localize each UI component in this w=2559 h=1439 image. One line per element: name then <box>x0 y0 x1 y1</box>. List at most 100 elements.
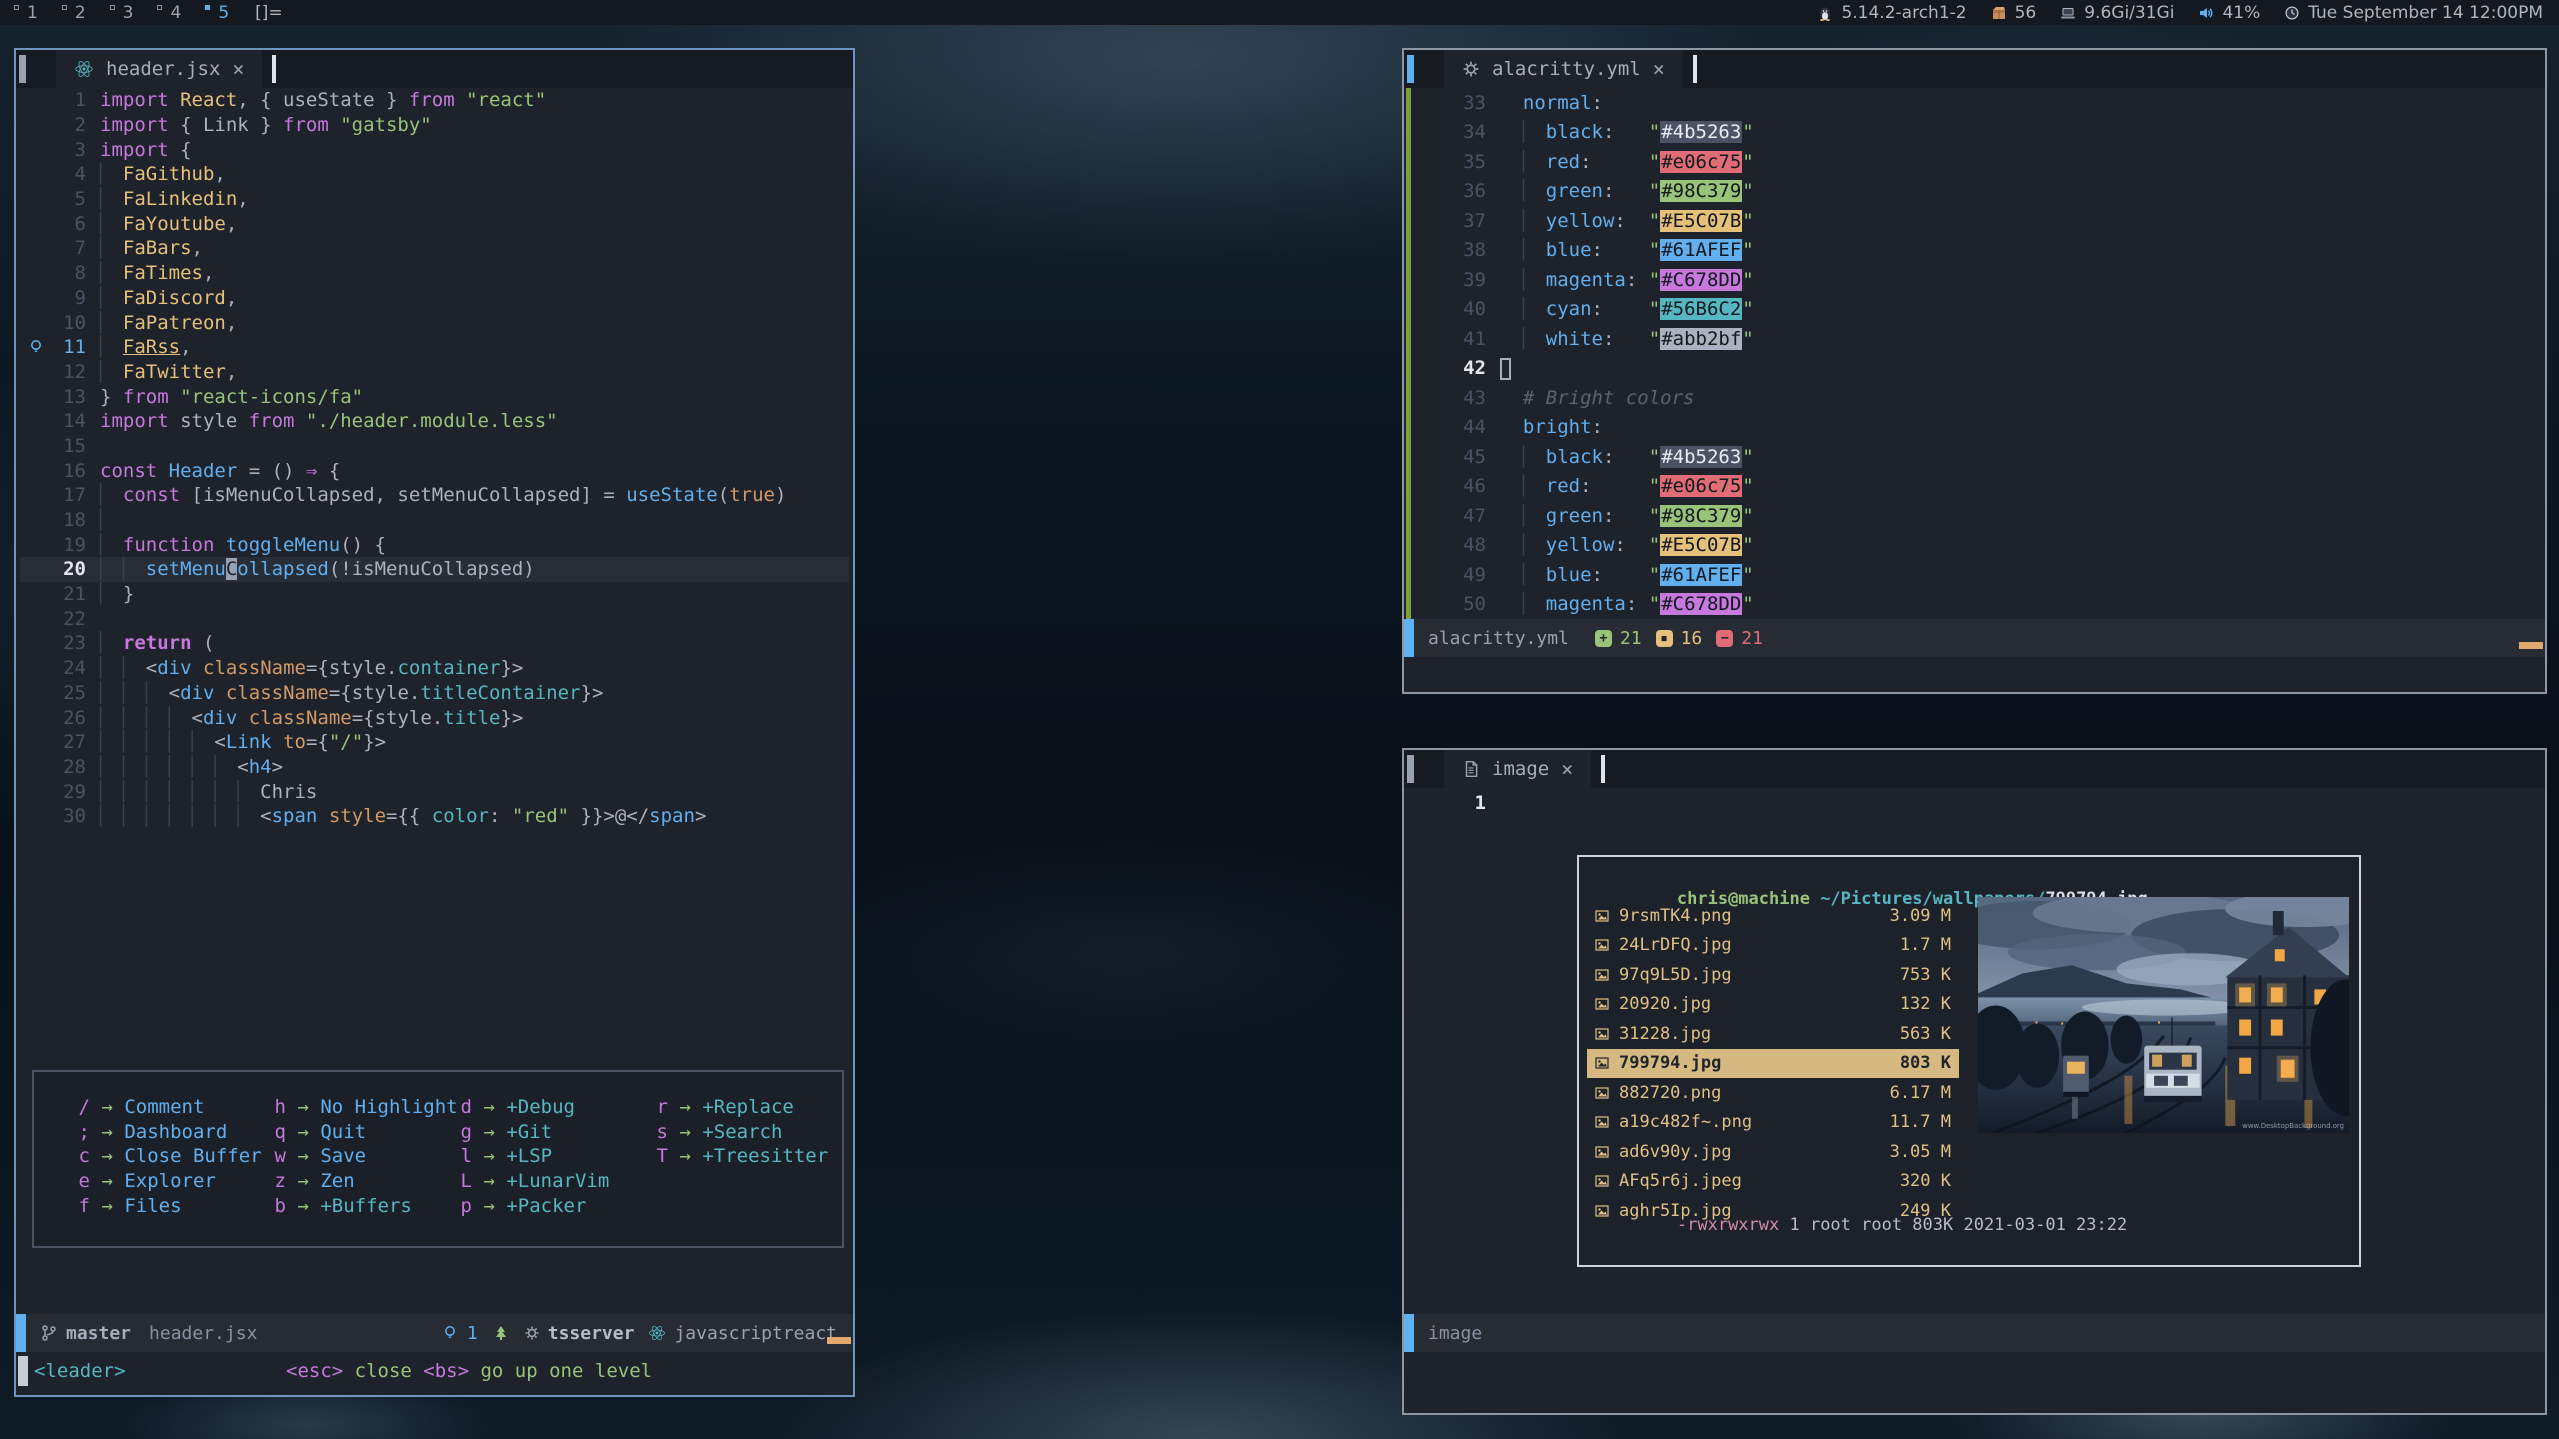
file-row-AFq5r6j.jpeg[interactable]: AFq5r6j.jpeg320 K <box>1587 1167 1959 1197</box>
tab-alacritty-yml[interactable]: alacritty.yml × <box>1444 50 1683 88</box>
code-line-36[interactable]: 36 ▏ green: "#98C379" <box>1412 177 2541 207</box>
code-line-45[interactable]: 45 ▏ black: "#4b5263" <box>1412 442 2541 472</box>
code-line-41[interactable]: 41 ▏ white: "#abb2bf" <box>1412 324 2541 354</box>
file-row-882720.png[interactable]: 882720.png6.17 M <box>1587 1078 1959 1108</box>
code-line-11[interactable]: 11▏ FaRss, <box>20 335 849 360</box>
code-line-47[interactable]: 47 ▏ green: "#98C379" <box>1412 501 2541 531</box>
line-number: 41 <box>1440 328 1486 350</box>
line-number: 24 <box>52 657 86 679</box>
line-number: 27 <box>52 731 86 753</box>
code-line-50[interactable]: 50 ▏ magenta: "#C678DD" <box>1412 590 2541 620</box>
layout-indicator[interactable]: []= <box>255 3 283 23</box>
image-file-icon <box>1595 1056 1609 1070</box>
code-line-35[interactable]: 35 ▏ red: "#e06c75" <box>1412 147 2541 177</box>
file-size: 753 K <box>1900 965 1951 985</box>
line-number: 10 <box>52 312 86 334</box>
which-key-binding-z: z → Zen <box>274 1170 460 1195</box>
code-line-15[interactable]: 15 <box>20 434 849 459</box>
code-line-16[interactable]: 16const Header = () ⇒ { <box>20 458 849 483</box>
tab-close-icon[interactable]: × <box>232 57 244 81</box>
binding-label: +Debug <box>506 1096 575 1121</box>
line-number: 14 <box>52 410 86 432</box>
left-cmdline[interactable]: <leader> <esc> close <bs> go up one leve… <box>16 1352 853 1390</box>
code-line-4[interactable]: 4▏ FaGithub, <box>20 162 849 187</box>
file-row-799794.jpg[interactable]: 799794.jpg803 K <box>1587 1049 1959 1079</box>
rtop-tabline: alacritty.yml × <box>1404 50 2545 88</box>
code-line-40[interactable]: 40 ▏ cyan: "#56B6C2" <box>1412 295 2541 325</box>
code-line-14[interactable]: 14import style from "./header.module.les… <box>20 409 849 434</box>
code-line-13[interactable]: 13} from "react-icons/fa" <box>20 384 849 409</box>
workspace-4[interactable]: 4 <box>157 3 181 23</box>
code-line-28[interactable]: 28▏ ▏ ▏ ▏ ▏ ▏ <h4> <box>20 755 849 780</box>
workspace-1[interactable]: 1 <box>14 3 38 23</box>
line-number: 15 <box>52 435 86 457</box>
code-line-20[interactable]: 20▏ ▏ setMenuCollapsed(!isMenuCollapsed) <box>20 557 849 582</box>
code-line-37[interactable]: 37 ▏ yellow: "#E5C07B" <box>1412 206 2541 236</box>
workspace-3[interactable]: 3 <box>110 3 134 23</box>
code-line-44[interactable]: 44 bright: <box>1412 413 2541 443</box>
workspace-2[interactable]: 2 <box>62 3 86 23</box>
code-line-24[interactable]: 24▏ ▏ <div className={style.container}> <box>20 656 849 681</box>
rbot-tabline: image × <box>1404 750 2545 788</box>
code-line-10[interactable]: 10▏ FaPatreon, <box>20 310 849 335</box>
code-line-1[interactable]: 1import React, { useState } from "react" <box>20 88 849 113</box>
diff-changed-icon: ▪ <box>1656 630 1673 647</box>
tab-close-icon[interactable]: × <box>1561 757 1573 781</box>
volume-icon <box>2198 5 2214 21</box>
line-number: 19 <box>52 534 86 556</box>
code-line-25[interactable]: 25▏ ▏ ▏ <div className={style.titleConta… <box>20 681 849 706</box>
which-key-binding-b: b → +Buffers <box>274 1195 460 1220</box>
code-line-3[interactable]: 3import { <box>20 137 849 162</box>
code-line-27[interactable]: 27▏ ▏ ▏ ▏ ▏ <Link to={"/"}> <box>20 730 849 755</box>
code-line-26[interactable]: 26▏ ▏ ▏ ▏ <div className={style.title}> <box>20 705 849 730</box>
code-line-34[interactable]: 34 ▏ black: "#4b5263" <box>1412 118 2541 148</box>
file-row-9rsmTK4.png[interactable]: 9rsmTK4.png3.09 M <box>1587 901 1959 931</box>
code-line-8[interactable]: 8▏ FaTimes, <box>20 261 849 286</box>
line-number: 36 <box>1440 180 1486 202</box>
tab-title: header.jsx <box>106 58 220 80</box>
code-line-29[interactable]: 29▏ ▏ ▏ ▏ ▏ ▏ ▏ Chris <box>20 779 849 804</box>
tab-image[interactable]: image × <box>1444 750 1591 788</box>
editor-window-alacritty-yml: alacritty.yml × 33 normal:34 ▏ black: "#… <box>1402 48 2547 694</box>
code-line-30[interactable]: 30▏ ▏ ▏ ▏ ▏ ▏ ▏ <span style={{ color: "r… <box>20 804 849 829</box>
code-line-18[interactable]: 18▏ <box>20 508 849 533</box>
tab-close-icon[interactable]: × <box>1653 57 1665 81</box>
file-row-31228.jpg[interactable]: 31228.jpg563 K <box>1587 1019 1959 1049</box>
code-line-2[interactable]: 2import { Link } from "gatsby" <box>20 113 849 138</box>
code-line-6[interactable]: 6▏ FaYoutube, <box>20 211 849 236</box>
code-line-22[interactable]: 22 <box>20 606 849 631</box>
file-row-20920.jpg[interactable]: 20920.jpg132 K <box>1587 990 1959 1020</box>
code-line-43[interactable]: 43 # Bright colors <box>1412 383 2541 413</box>
file-row-ad6v90y.jpg[interactable]: ad6v90y.jpg3.05 M <box>1587 1137 1959 1167</box>
code-line-21[interactable]: 21▏ } <box>20 582 849 607</box>
line-number: 9 <box>52 287 86 309</box>
binding-label: +Search <box>702 1121 782 1146</box>
which-key-binding-/: / → Comment <box>78 1096 274 1121</box>
code-line-7[interactable]: 7▏ FaBars, <box>20 236 849 261</box>
file-row-a19c482f~.png[interactable]: a19c482f~.png11.7 M <box>1587 1108 1959 1138</box>
line-number: 18 <box>52 509 86 531</box>
code-line-19[interactable]: 19▏ function toggleMenu() { <box>20 532 849 557</box>
image-file-icon <box>1595 1027 1609 1041</box>
code-line-33[interactable]: 33 normal: <box>1412 88 2541 118</box>
code-line-12[interactable]: 12▏ FaTwitter, <box>20 360 849 385</box>
code-line-23[interactable]: 23▏ return ( <box>20 631 849 656</box>
code-line-9[interactable]: 9▏ FaDiscord, <box>20 286 849 311</box>
code-line-17[interactable]: 17▏ const [isMenuCollapsed, setMenuColla… <box>20 483 849 508</box>
code-line-49[interactable]: 49 ▏ blue: "#61AFEF" <box>1412 560 2541 590</box>
code-line-39[interactable]: 39 ▏ magenta: "#C678DD" <box>1412 265 2541 295</box>
code-line-46[interactable]: 46 ▏ red: "#e06c75" <box>1412 472 2541 502</box>
file-row-24LrDFQ.jpg[interactable]: 24LrDFQ.jpg1.7 M <box>1587 931 1959 961</box>
code-line-48[interactable]: 48 ▏ yellow: "#E5C07B" <box>1412 531 2541 561</box>
code-line-1[interactable]: 1 <box>1412 788 2541 818</box>
code-line-42[interactable]: 42 <box>1412 354 2541 384</box>
file-row-97q9L5D.jpg[interactable]: 97q9L5D.jpg753 K <box>1587 960 1959 990</box>
tab-header-jsx[interactable]: header.jsx × <box>56 50 262 88</box>
binding-label: Dashboard <box>124 1121 227 1146</box>
code-line-38[interactable]: 38 ▏ blue: "#61AFEF" <box>1412 236 2541 266</box>
workspace-5[interactable]: 5 <box>205 3 229 23</box>
arrow-icon: → <box>90 1170 124 1195</box>
file-name: AFq5r6j.jpeg <box>1619 1171 1900 1191</box>
binding-key: r <box>656 1096 668 1121</box>
code-line-5[interactable]: 5▏ FaLinkedin, <box>20 187 849 212</box>
